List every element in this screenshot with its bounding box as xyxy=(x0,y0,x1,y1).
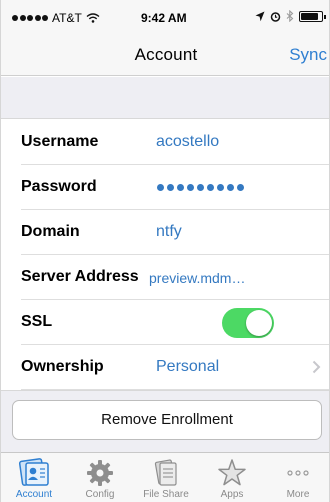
tab-more-label: More xyxy=(286,489,310,500)
server-address-value: preview.mdm… xyxy=(149,270,246,286)
server-address-label: Server Address xyxy=(21,268,139,285)
tab-more[interactable]: More xyxy=(265,453,329,502)
remove-section: Remove Enrollment xyxy=(1,390,329,452)
ssl-row: SSL xyxy=(1,300,329,345)
tab-config-label: Config xyxy=(85,489,115,500)
account-icon xyxy=(18,458,49,486)
battery-icon xyxy=(299,10,326,22)
tab-account-label: Account xyxy=(15,489,53,500)
ssl-label: SSL xyxy=(21,313,53,330)
domain-row: Domain ntfy xyxy=(1,210,329,255)
tab-apps-label: Apps xyxy=(220,489,244,500)
location-arrow-icon xyxy=(255,11,265,21)
ssl-toggle[interactable] xyxy=(222,308,274,338)
sync-button[interactable]: Sync xyxy=(289,45,327,65)
carrier-name: AT&T xyxy=(52,11,82,25)
star-icon xyxy=(218,459,246,486)
ownership-value: Personal xyxy=(156,358,220,375)
username-label: Username xyxy=(21,133,99,150)
tab-file-share[interactable]: File Share xyxy=(133,453,199,502)
status-right xyxy=(255,10,326,22)
file-share-icon xyxy=(154,459,177,486)
password-label: Password xyxy=(21,178,97,195)
username-value: acostello xyxy=(156,133,220,150)
alarm-icon xyxy=(270,11,281,22)
domain-label: Domain xyxy=(21,223,80,240)
username-row: Username acostello xyxy=(1,120,329,165)
more-icon xyxy=(287,470,309,476)
tab-config[interactable]: Config xyxy=(67,453,133,502)
remove-enrollment-button[interactable]: Remove Enrollment xyxy=(12,400,322,440)
tab-file-share-label: File Share xyxy=(143,489,189,500)
tab-bar: Account Config File Share Apps More xyxy=(1,452,329,502)
status-bar: AT&T 9:42 AM xyxy=(1,0,329,36)
signal-strength-icon xyxy=(12,15,48,21)
gear-icon xyxy=(87,460,113,486)
password-value-masked xyxy=(157,184,244,191)
navigation-bar: Account Sync xyxy=(1,36,329,76)
domain-value: ntfy xyxy=(156,223,182,240)
page-title: Account xyxy=(134,45,198,64)
chevron-right-icon xyxy=(312,360,321,374)
app-screen: AT&T 9:42 AM Account Sync Username acost… xyxy=(0,0,330,502)
ownership-label: Ownership xyxy=(21,358,104,375)
account-settings-list: Username acostello Password Domain ntfy … xyxy=(1,120,329,390)
status-time: 9:42 AM xyxy=(141,11,187,25)
tab-apps[interactable]: Apps xyxy=(199,453,265,502)
server-address-row: Server Address preview.mdm… xyxy=(1,255,329,300)
ownership-row[interactable]: Ownership Personal xyxy=(1,345,329,390)
status-left: AT&T xyxy=(12,11,100,25)
wifi-icon xyxy=(86,13,100,23)
password-row: Password xyxy=(1,165,329,210)
toggle-knob xyxy=(246,310,272,336)
section-header-spacer xyxy=(1,77,329,119)
bluetooth-icon xyxy=(286,10,294,22)
tab-account[interactable]: Account xyxy=(1,453,67,502)
